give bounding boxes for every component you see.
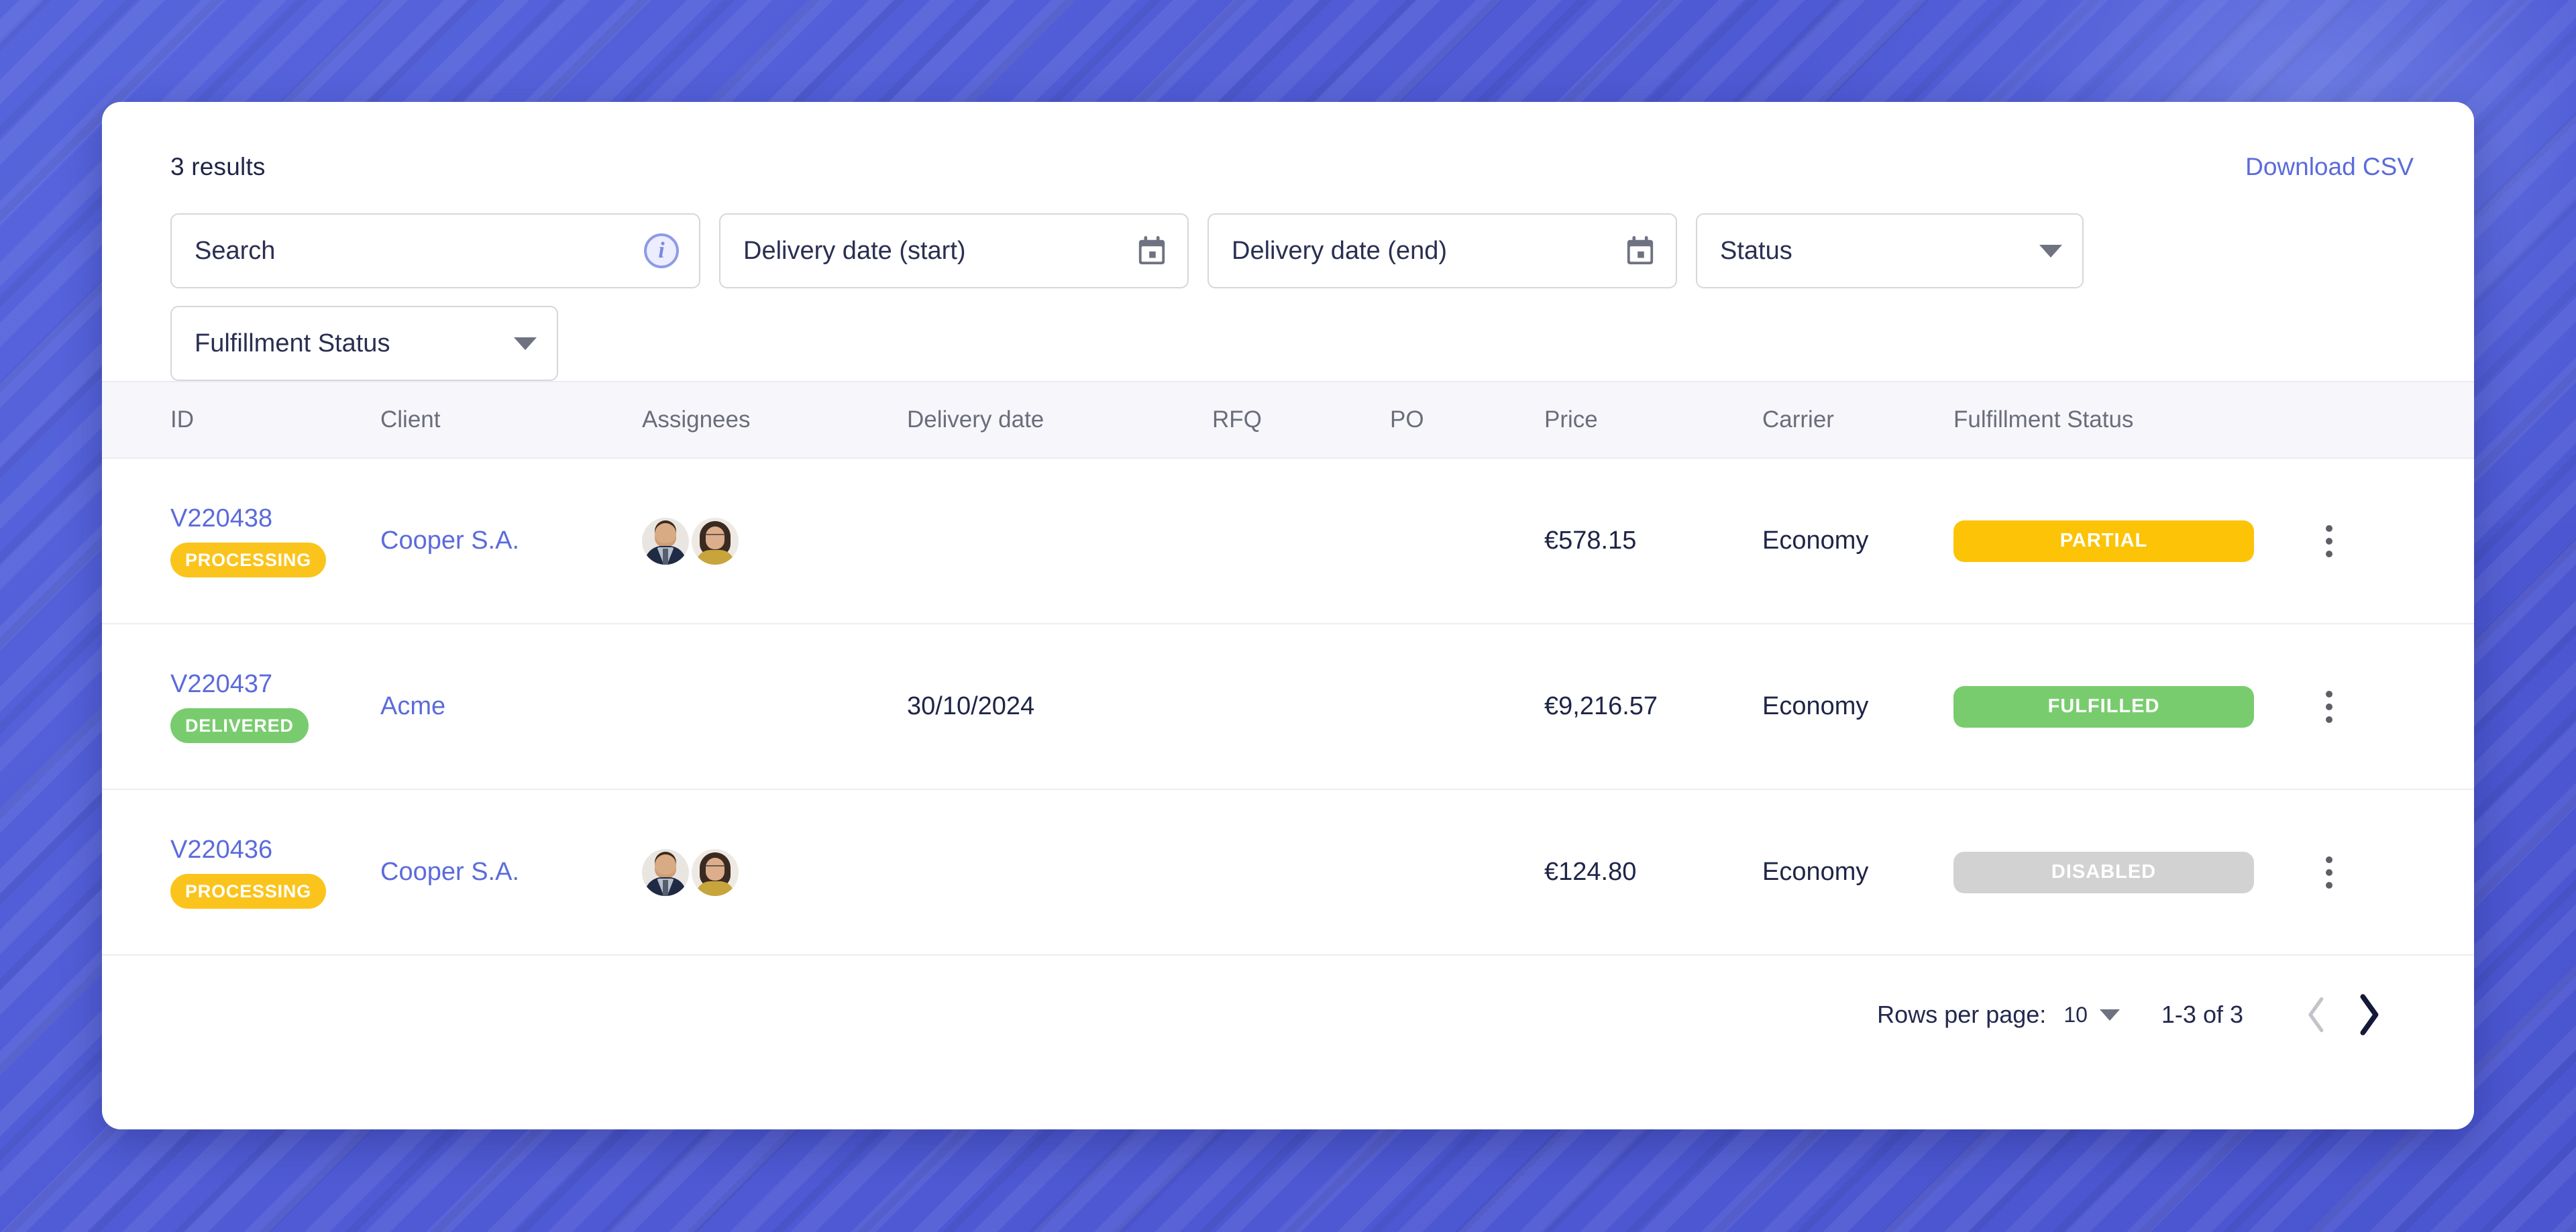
delivery-date-end-placeholder: Delivery date (end) [1232,237,1447,266]
cell-delivery-date [907,789,1212,955]
avatar[interactable] [642,849,689,896]
assignee-avatars [642,518,907,565]
chevron-down-icon [2100,1009,2120,1021]
delivery-date-start-input[interactable]: Delivery date (start) [719,213,1189,288]
pagination-bar: Rows per page: 10 1-3 of 3 [102,956,2474,1074]
status-select-label: Status [1720,237,1792,266]
avatar[interactable] [692,518,739,565]
cell-po [1390,789,1544,955]
cell-assignees [642,624,907,789]
cell-actions [2309,458,2474,624]
search-placeholder: Search [195,237,275,266]
column-header-fulfillment-status[interactable]: Fulfillment Status [1953,382,2309,458]
cell-rfq [1212,624,1390,789]
cell-fulfillment-status: FULFILLED [1953,624,2309,789]
status-select[interactable]: Status [1696,213,2084,288]
cell-fulfillment-status: DISABLED [1953,789,2309,955]
column-header-po[interactable]: PO [1390,382,1544,458]
client-link[interactable]: Cooper S.A. [380,858,519,886]
cell-rfq [1212,458,1390,624]
cell-client: Cooper S.A. [380,789,642,955]
chevron-down-icon[interactable] [2039,245,2062,258]
order-id-link[interactable]: V220437 [170,670,380,699]
calendar-icon[interactable] [1625,235,1656,267]
cell-delivery-date [907,458,1212,624]
cell-po [1390,458,1544,624]
client-link[interactable]: Cooper S.A. [380,526,519,555]
column-header-actions [2309,382,2474,458]
fulfillment-status-select-label: Fulfillment Status [195,329,390,358]
cell-id: V220437 DELIVERED [102,624,380,789]
column-header-rfq[interactable]: RFQ [1212,382,1390,458]
download-csv-link[interactable]: Download CSV [2245,153,2414,181]
cell-po [1390,624,1544,789]
rows-per-page-select[interactable]: 10 [2063,1003,2120,1027]
calendar-icon[interactable] [1136,235,1167,267]
order-id-link[interactable]: V220436 [170,836,380,864]
info-icon[interactable]: i [644,233,679,268]
next-page-button[interactable] [2343,989,2394,1040]
cell-actions [2309,789,2474,955]
status-badge: PROCESSING [170,543,326,577]
kebab-menu-icon[interactable] [2309,518,2349,565]
cell-client: Cooper S.A. [380,458,642,624]
cell-assignees [642,458,907,624]
table-row[interactable]: V220437 DELIVERED Acme 30/10/2024 €9,216… [102,624,2474,789]
rows-per-page-value: 10 [2063,1003,2088,1027]
cell-fulfillment-status: PARTIAL [1953,458,2309,624]
avatar[interactable] [642,518,689,565]
cell-delivery-date: 30/10/2024 [907,624,1212,789]
cell-id: V220436 PROCESSING [102,789,380,955]
cell-price: €9,216.57 [1544,624,1762,789]
column-header-price[interactable]: Price [1544,382,1762,458]
avatar[interactable] [692,849,739,896]
search-input[interactable]: Search i [170,213,700,288]
status-badge: DELIVERED [170,708,309,743]
filter-bar-row2: Fulfillment Status [102,288,2474,381]
kebab-menu-icon[interactable] [2309,683,2349,730]
assignee-avatars [642,849,907,896]
cell-price: €578.15 [1544,458,1762,624]
pagination-range: 1-3 of 3 [2161,1001,2243,1029]
results-count: 3 results [170,153,266,181]
fulfillment-status-select[interactable]: Fulfillment Status [170,306,558,381]
rows-per-page-label: Rows per page: [1877,1001,2046,1029]
cell-id: V220438 PROCESSING [102,458,380,624]
cell-price: €124.80 [1544,789,1762,955]
column-header-delivery-date[interactable]: Delivery date [907,382,1212,458]
order-id-link[interactable]: V220438 [170,504,380,533]
fulfillment-status-badge: FULFILLED [1953,686,2254,728]
cell-rfq [1212,789,1390,955]
delivery-date-end-input[interactable]: Delivery date (end) [1208,213,1677,288]
card-toolbar: 3 results Download CSV [102,102,2474,181]
table-body: V220438 PROCESSING Cooper S.A. €578.15 E… [102,458,2474,955]
fulfillment-status-badge: PARTIAL [1953,520,2254,562]
table-header: ID Client Assignees Delivery date RFQ PO… [102,382,2474,458]
fulfillment-status-badge: DISABLED [1953,852,2254,893]
cell-carrier: Economy [1762,789,1953,955]
column-header-id[interactable]: ID [102,382,380,458]
cell-carrier: Economy [1762,624,1953,789]
kebab-menu-icon[interactable] [2309,849,2349,896]
client-link[interactable]: Acme [380,692,445,720]
column-header-client[interactable]: Client [380,382,642,458]
chevron-down-icon[interactable] [514,337,537,350]
table-header-row: ID Client Assignees Delivery date RFQ PO… [102,382,2474,458]
status-badge: PROCESSING [170,874,326,909]
previous-page-button[interactable] [2292,989,2343,1040]
column-header-assignees[interactable]: Assignees [642,382,907,458]
column-header-carrier[interactable]: Carrier [1762,382,1953,458]
cell-carrier: Economy [1762,458,1953,624]
data-table-card: 3 results Download CSV Search i Delivery… [102,102,2474,1129]
cell-assignees [642,789,907,955]
cell-actions [2309,624,2474,789]
table-row[interactable]: V220436 PROCESSING Cooper S.A. €124.80 E… [102,789,2474,955]
cell-client: Acme [380,624,642,789]
orders-table: ID Client Assignees Delivery date RFQ PO… [102,381,2474,956]
filter-bar: Search i Delivery date (start) Delivery … [102,181,2188,288]
table-row[interactable]: V220438 PROCESSING Cooper S.A. €578.15 E… [102,458,2474,624]
delivery-date-start-placeholder: Delivery date (start) [743,237,966,266]
